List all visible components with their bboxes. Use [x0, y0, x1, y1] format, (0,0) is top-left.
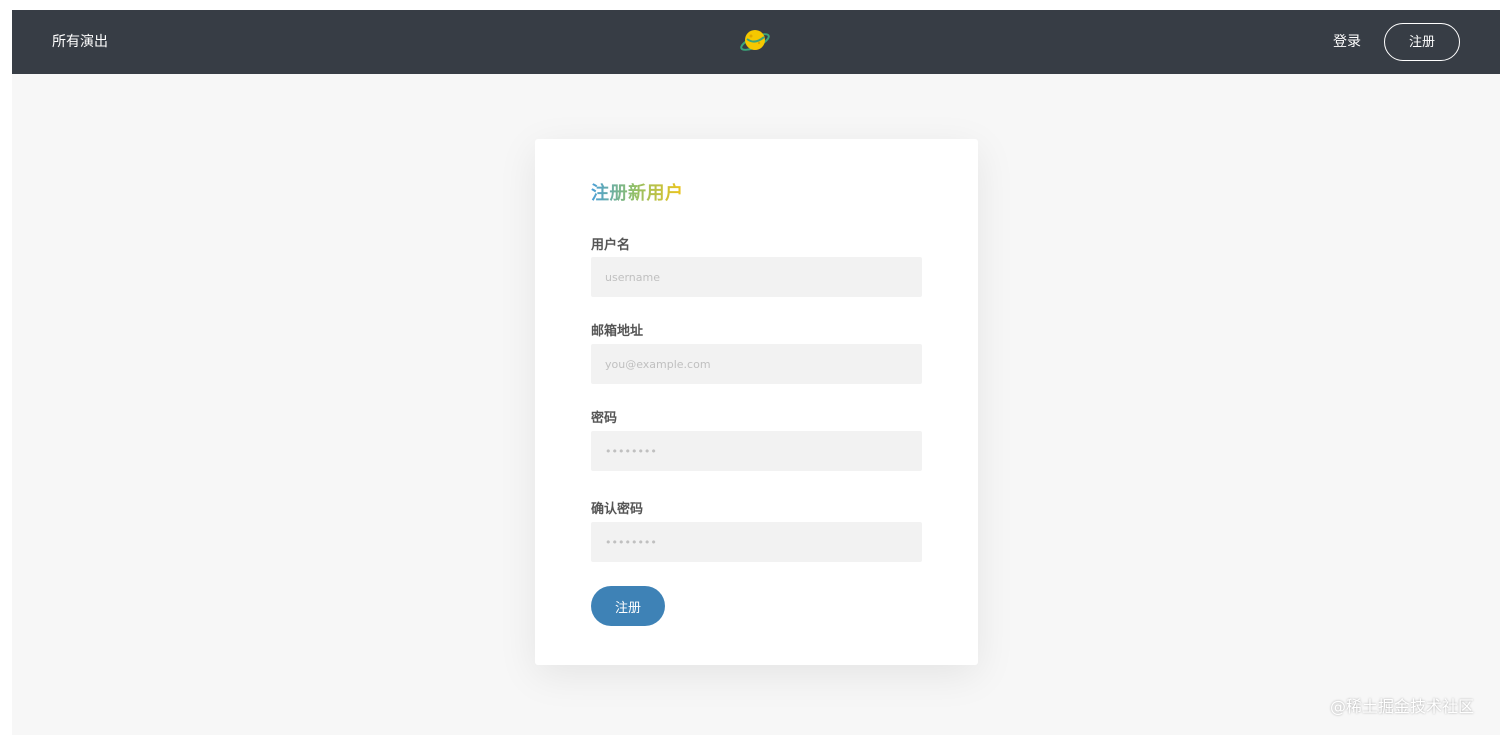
form-title: 注册新用户	[591, 179, 684, 205]
register-card: 注册新用户 用户名 邮箱地址 密码 确认密码 注册	[535, 139, 978, 665]
all-shows-link[interactable]: 所有演出	[52, 10, 108, 74]
confirm-password-input[interactable]	[591, 522, 922, 562]
email-input[interactable]	[591, 344, 922, 384]
page: 所有演出 登录 注册 注册新用户 用户名 邮箱地址 密码 确认密码 注册	[12, 10, 1500, 735]
login-link[interactable]: 登录	[1333, 10, 1361, 74]
password-input[interactable]	[591, 431, 922, 471]
confirm-password-label: 确认密码	[591, 502, 644, 517]
nav-register-button[interactable]: 注册	[1384, 23, 1460, 61]
watermark: @稀土掘金技术社区	[1330, 697, 1475, 716]
username-label: 用户名	[591, 238, 631, 253]
register-submit-button[interactable]: 注册	[591, 586, 665, 626]
email-label: 邮箱地址	[591, 324, 644, 339]
password-label: 密码	[591, 411, 618, 426]
username-input[interactable]	[591, 257, 922, 297]
navbar: 所有演出 登录 注册	[12, 10, 1500, 74]
planet-icon	[740, 30, 770, 51]
